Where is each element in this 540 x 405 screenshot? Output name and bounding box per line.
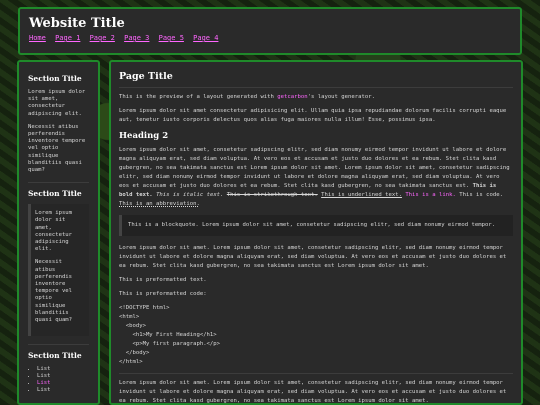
code-block: <!DOCTYPE html> <html> <body> <h1>My Fir…: [119, 305, 221, 365]
heading-2: Heading 2: [119, 131, 169, 141]
list-item: List: [37, 373, 89, 380]
nav-link-page-1[interactable]: Page 1: [55, 34, 80, 42]
getcarbon-link[interactable]: getcarbon: [277, 94, 307, 100]
blockquote-text: This is a blockquote. Lorem ipsum dolor …: [128, 222, 496, 228]
sidebar-section-title: Section Title: [28, 189, 82, 199]
sidebar: Section Title Lorem ipsum dolor sit amet…: [17, 60, 100, 405]
nav-link-page-4[interactable]: Page 4: [193, 34, 218, 42]
sidebar-blockquote: Lorem ipsum dolor sit amet, consectetur …: [28, 204, 89, 337]
abbreviation: This is an abbreviation.: [119, 201, 200, 207]
italic-text: This is italic text.: [156, 192, 224, 198]
intro-text: This is the preview of a layout generate…: [119, 94, 278, 100]
main-content: Page Title This is the preview of a layo…: [109, 60, 523, 405]
formatted-paragraph: Lorem ipsum dolor sit amet, consetetur s…: [119, 146, 513, 209]
nav-link-page-3[interactable]: Page 3: [124, 34, 149, 42]
nav-link-page-2[interactable]: Page 2: [90, 34, 115, 42]
nav-link-home[interactable]: Home: [29, 34, 46, 42]
sidebar-section-title: Section Title: [28, 351, 82, 361]
list-item: List: [37, 387, 89, 394]
paragraph: Lorem ipsum dolor sit amet consectetur a…: [119, 108, 507, 123]
sidebar-paragraph: Lorem ipsum dolor sit amet, consectetur …: [28, 89, 86, 117]
inline-link[interactable]: This is a link.: [405, 192, 456, 198]
strikethrough-text: This is strikethrough text.: [226, 192, 318, 198]
intro-text-end: 's layout generator.: [307, 94, 375, 100]
title-divider: [119, 87, 513, 88]
sidebar-paragraph: Necessit atibus perferendis inventore te…: [28, 123, 86, 174]
list-item: List: [37, 366, 89, 373]
site-header: Website Title Home Page 1 Page 2 Page 3 …: [18, 7, 522, 55]
paragraph: Lorem ipsum dolor sit amet. Lorem ipsum …: [119, 380, 507, 404]
content-divider: [119, 373, 513, 374]
sidebar-divider: [28, 182, 89, 184]
preformatted-code-label: This is preformatted code:: [119, 291, 207, 297]
sidebar-section-title: Section Title: [28, 74, 82, 83]
list-item-link[interactable]: List: [37, 380, 50, 386]
main-nav: Home Page 1 Page 2 Page 3 Page 5 Page 4: [29, 34, 511, 42]
inline-code: This is code.: [459, 192, 503, 198]
preformatted-text: This is preformatted text.: [119, 277, 207, 283]
blockquote: This is a blockquote. Lorem ipsum dolor …: [119, 215, 513, 236]
site-title: Website Title: [29, 16, 125, 31]
sidebar-quote-text: Lorem ipsum dolor sit amet, consectetur …: [35, 210, 73, 253]
page-title: Page Title: [119, 71, 173, 82]
intro-paragraph: This is the preview of a layout generate…: [119, 93, 513, 102]
underlined-text: This is underlined text.: [321, 192, 402, 198]
sidebar-quote-text: Necessit atibus perferendis inventore te…: [35, 259, 73, 324]
paragraph: Lorem ipsum dolor sit amet. Lorem ipsum …: [119, 245, 507, 269]
sidebar-divider: [28, 344, 89, 346]
list-item: List: [37, 380, 89, 387]
paragraph-text: Lorem ipsum dolor sit amet, consetetur s…: [119, 147, 510, 189]
nav-link-page-5[interactable]: Page 5: [159, 34, 184, 42]
sidebar-list: List List List List: [28, 366, 89, 394]
